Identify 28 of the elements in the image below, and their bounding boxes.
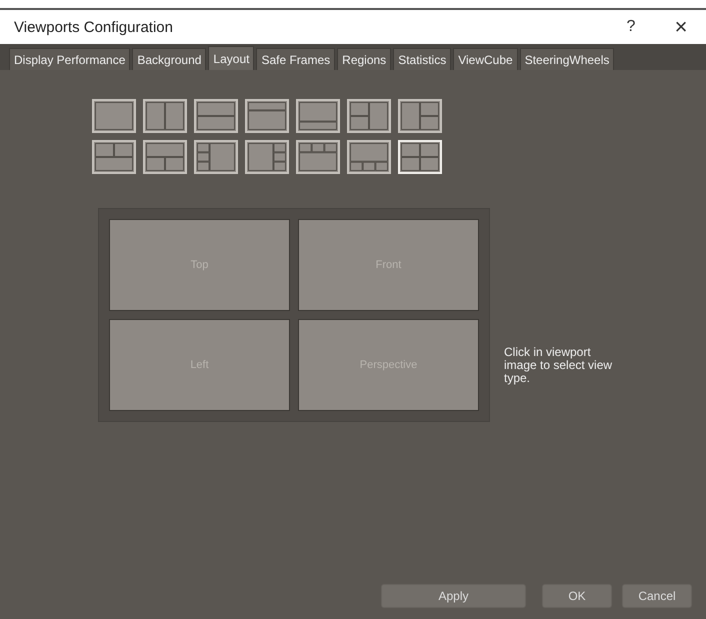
layout-option[interactable] xyxy=(296,140,340,174)
layout-option[interactable] xyxy=(92,99,136,133)
layout-option[interactable] xyxy=(245,140,289,174)
layout-option[interactable] xyxy=(194,99,238,133)
tab[interactable]: Background xyxy=(132,48,206,70)
tab[interactable]: SteeringWheels xyxy=(520,48,614,70)
layout-option[interactable] xyxy=(296,99,340,133)
tab[interactable]: Display Performance xyxy=(9,48,130,70)
layout-option[interactable] xyxy=(347,99,391,133)
dialog-button[interactable]: OK xyxy=(542,584,612,608)
tab[interactable]: Regions xyxy=(337,48,392,70)
tab[interactable]: Safe Frames xyxy=(256,48,336,70)
dialog-button[interactable]: Cancel xyxy=(622,584,692,608)
layout-option[interactable] xyxy=(143,140,187,174)
tab[interactable]: ViewCube xyxy=(453,48,518,70)
tab[interactable]: Layout xyxy=(208,46,254,70)
dialog-button[interactable]: Apply xyxy=(381,584,526,608)
hint-text: Click in viewport image to select view type. xyxy=(504,346,614,384)
layout-option[interactable] xyxy=(245,99,289,133)
help-button[interactable]: ? xyxy=(606,10,656,44)
close-button[interactable]: × xyxy=(656,10,706,44)
layout-option[interactable] xyxy=(143,99,187,133)
layout-option[interactable] xyxy=(92,140,136,174)
window-title: Viewports Configuration xyxy=(14,18,174,36)
layout-option[interactable] xyxy=(398,99,442,133)
layout-option[interactable] xyxy=(194,140,238,174)
layout-option[interactable] xyxy=(347,140,391,174)
tab[interactable]: Statistics xyxy=(393,48,452,70)
